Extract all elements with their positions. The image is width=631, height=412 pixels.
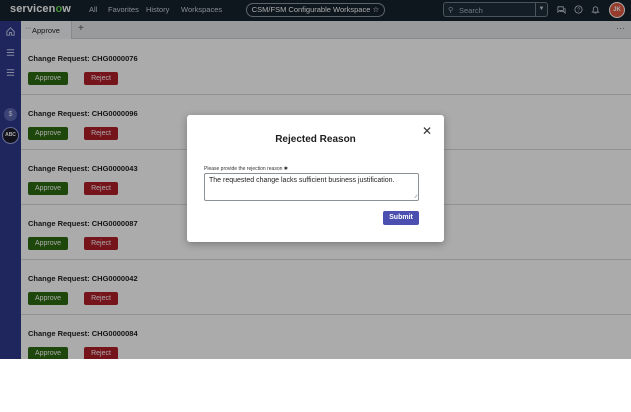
- submit-button[interactable]: Submit: [383, 211, 419, 225]
- dialog-title: Rejected Reason: [275, 134, 356, 145]
- required-marker-icon: ✱: [283, 166, 288, 172]
- rejected-reason-dialog: Rejected Reason ✕ Please provide the rej…: [187, 115, 444, 242]
- rejection-reason-label: Please provide the rejection reason ✱: [204, 166, 288, 172]
- rejection-reason-value: The requested change lacks sufficient bu…: [209, 177, 395, 184]
- rejection-reason-textarea[interactable]: The requested change lacks sufficient bu…: [204, 173, 419, 201]
- app-window: servicenow All Favorites History Workspa…: [0, 0, 631, 359]
- resize-handle-icon[interactable]: ∕∕: [415, 194, 417, 200]
- close-icon[interactable]: ✕: [422, 125, 432, 137]
- rejection-reason-label-text: Please provide the rejection reason: [204, 166, 283, 172]
